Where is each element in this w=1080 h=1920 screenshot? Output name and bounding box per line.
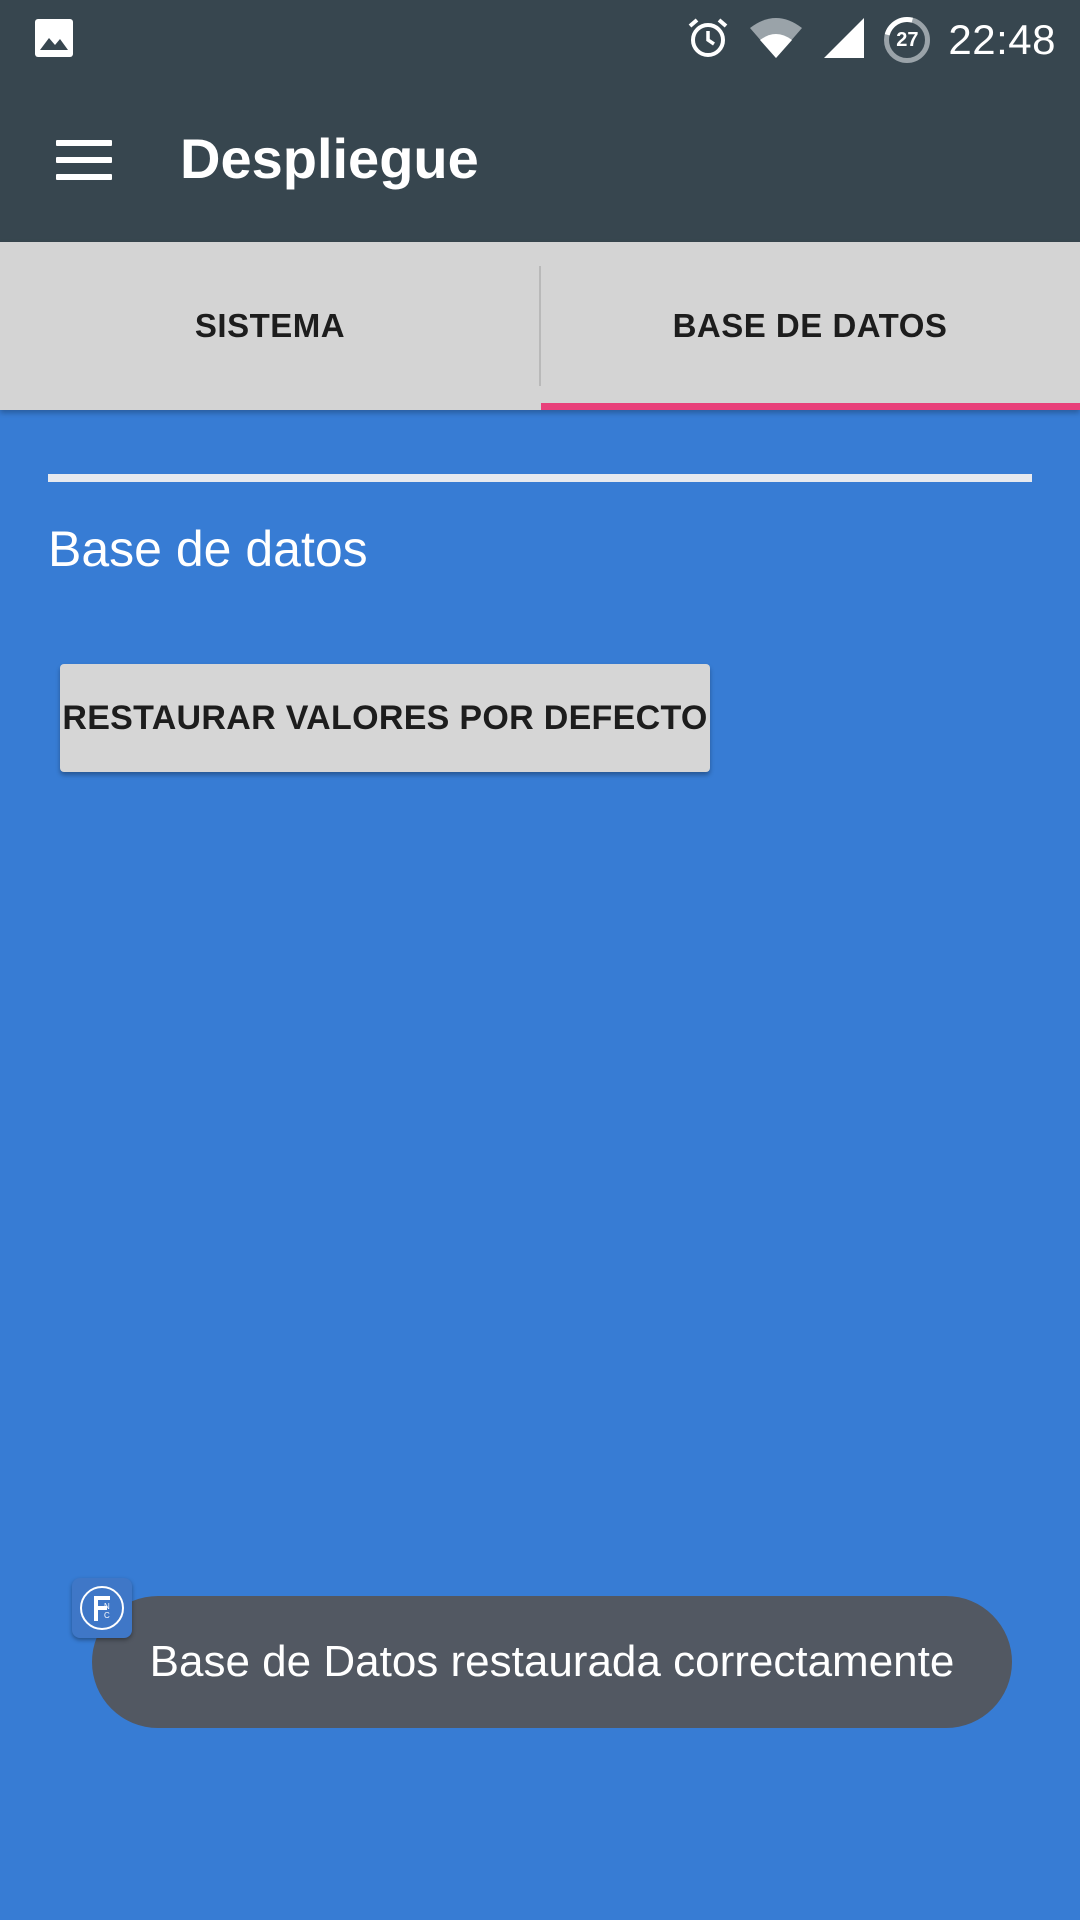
tab-selected-indicator (541, 403, 1080, 410)
fnc-app-icon: N C (72, 1578, 132, 1638)
clock: 22:48 (948, 16, 1056, 63)
svg-text:N: N (104, 1602, 110, 1611)
section-divider (48, 474, 1032, 482)
app-bar: Despliegue (0, 78, 1080, 242)
restore-defaults-button[interactable]: RESTAURAR VALORES POR DEFECTO (60, 664, 710, 772)
image-icon (34, 18, 74, 58)
tab-sistema[interactable]: SISTEMA (0, 242, 540, 410)
signal-icon (822, 16, 866, 65)
alarm-icon (686, 16, 730, 65)
tab-base-de-datos[interactable]: BASE DE DATOS (540, 242, 1080, 410)
hamburger-menu-icon[interactable] (56, 140, 112, 180)
section-title: Base de datos (48, 521, 368, 577)
svg-text:C: C (104, 1611, 110, 1620)
battery-icon: 27 (884, 17, 931, 63)
tab-bar: SISTEMA BASE DE DATOS (0, 242, 1080, 410)
toast-message: Base de Datos restaurada correctamente (92, 1596, 1012, 1728)
status-bar: 27 22:48 (0, 0, 1080, 78)
tab-divider (539, 266, 541, 386)
wifi-icon (748, 16, 804, 65)
page-title: Despliegue (180, 127, 479, 190)
battery-level: 27 (896, 28, 919, 51)
